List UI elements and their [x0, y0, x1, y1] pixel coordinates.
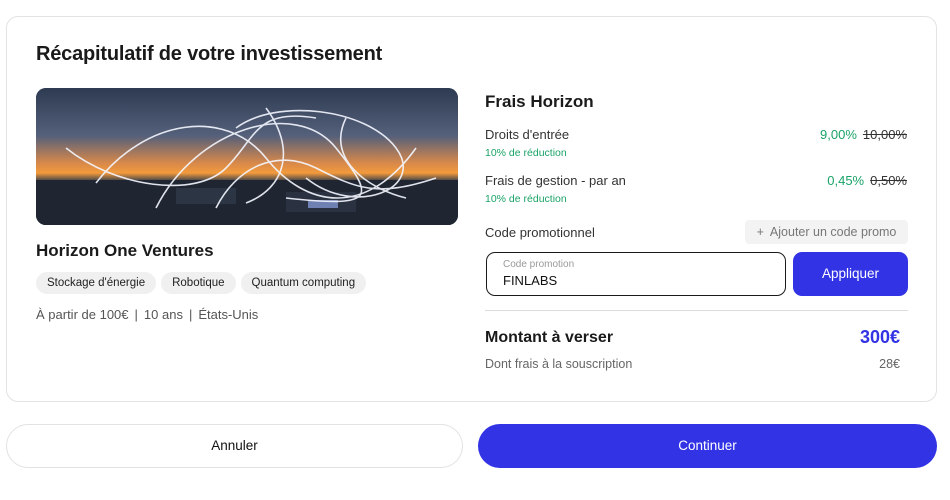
management-fee-row: Frais de gestion - par an 10% de réducti…: [485, 173, 907, 205]
fund-name: Horizon One Ventures: [36, 241, 214, 260]
page-title: Récapitulatif de votre investissement: [36, 43, 383, 65]
entry-fee-new-rate: 9,00%: [820, 127, 857, 142]
fund-duration: 10 ans: [143, 307, 183, 322]
management-fee-new-rate: 0,45%: [827, 173, 865, 188]
apply-promo-button[interactable]: Appliquer: [793, 252, 908, 296]
total-amount-label: Montant à verser: [485, 329, 614, 346]
divider: [485, 310, 908, 311]
fund-meta: À partir de 100€ | 10 ans | États-Unis: [36, 307, 258, 322]
cancel-button[interactable]: Annuler: [6, 424, 463, 468]
continue-button[interactable]: Continuer: [478, 424, 937, 468]
add-promo-code-button[interactable]: + Ajouter un code promo: [745, 220, 908, 244]
entry-fee-discount: 10% de réduction: [485, 147, 567, 159]
tag-robotics: Robotique: [161, 272, 236, 294]
total-amount-value: 300€: [859, 327, 900, 347]
meta-separator: |: [134, 307, 138, 322]
plus-icon: +: [756, 225, 764, 239]
fund-country: États-Unis: [198, 307, 259, 322]
entry-fee-row: Droits d'entrée 10% de réduction 9,00% 10…: [485, 127, 907, 159]
tag-energy-storage: Stockage d'énergie: [36, 272, 157, 294]
management-fee-values: 0,45% 0,50%: [827, 173, 907, 188]
management-fee-old-rate: 0,50%: [870, 173, 907, 188]
subscription-fee-value: 28€: [879, 357, 900, 371]
fund-hero-image: [36, 88, 458, 225]
investment-summary-card: Récapitulatif de votre investissement Ho…: [6, 16, 937, 402]
entry-fee-values: 9,00% 10,00%: [820, 127, 907, 142]
min-investment: À partir de 100€: [36, 307, 129, 322]
meta-separator: |: [188, 307, 193, 322]
subscription-fee-label: Dont frais à la souscription: [485, 357, 633, 371]
management-fee-discount: 10% de réduction: [485, 193, 567, 205]
entry-fee-old-rate: 10,00%: [862, 127, 907, 142]
tag-quantum-computing: Quantum computing: [240, 272, 367, 294]
promo-code-field[interactable]: Code promotion FINLABS: [486, 252, 786, 296]
promo-label: Code promotionnel: [485, 225, 595, 240]
fund-tags: Stockage d'énergie Robotique Quantum com…: [36, 272, 367, 294]
promo-code-placeholder: Code promotion: [503, 259, 575, 270]
promo-code-value: FINLABS: [503, 273, 558, 288]
fees-title: Frais Horizon: [485, 92, 594, 111]
add-promo-code-label: Ajouter un code promo: [769, 225, 897, 239]
